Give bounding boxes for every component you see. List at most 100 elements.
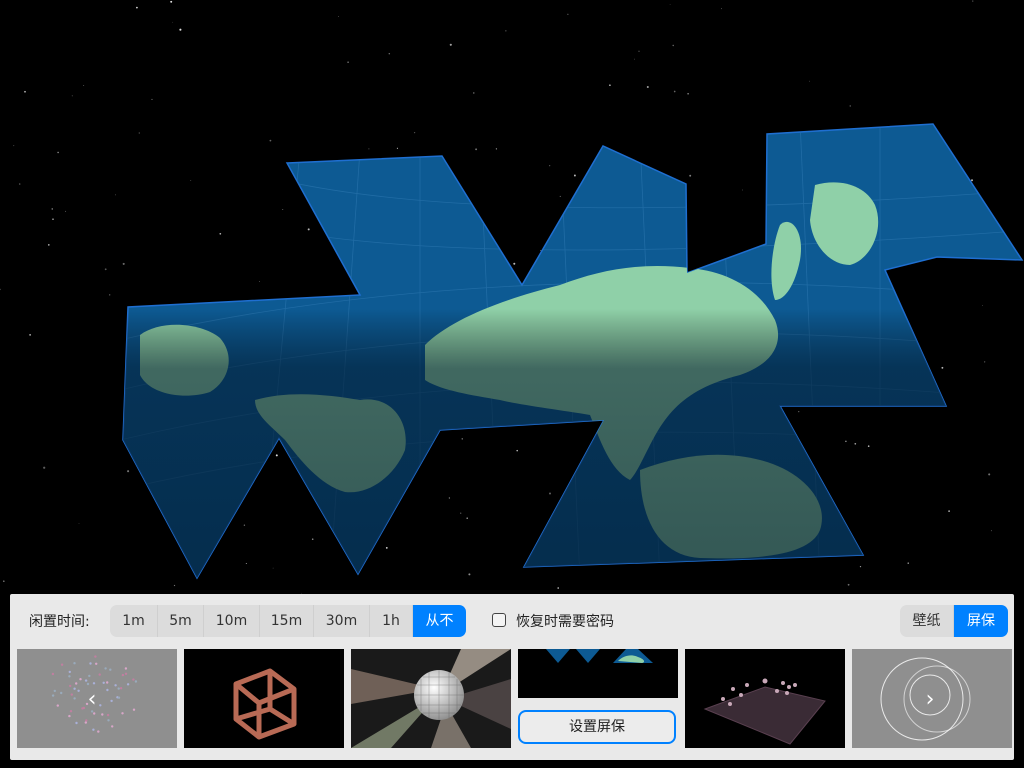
star: [516, 449, 518, 452]
star: [245, 563, 247, 564]
particle: [117, 687, 120, 690]
star: [18, 183, 21, 185]
star: [219, 232, 222, 235]
star: [867, 445, 870, 447]
star: [311, 538, 314, 540]
screensaver-thumb-wire-cube[interactable]: [184, 649, 344, 748]
star: [179, 28, 182, 31]
idle-time-label: 闲置时间:: [29, 614, 90, 630]
particle: [126, 683, 130, 686]
star: [65, 210, 67, 212]
idle-option-1h[interactable]: 1h: [370, 605, 413, 637]
star: [461, 438, 463, 440]
star: [122, 262, 125, 265]
star: [24, 90, 26, 93]
particle: [56, 704, 59, 707]
particle: [60, 663, 64, 666]
star: [970, 179, 974, 182]
star: [982, 305, 983, 306]
particle: [124, 672, 128, 675]
set-screensaver-button[interactable]: 设置屏保: [518, 710, 676, 744]
particle: [132, 678, 135, 681]
require-password-checkbox[interactable]: [492, 613, 506, 627]
world-map-icon: [546, 649, 653, 663]
idle-option-10m[interactable]: 10m: [204, 605, 260, 637]
star: [115, 194, 116, 196]
star: [988, 473, 991, 476]
star: [845, 440, 847, 443]
star: [275, 454, 278, 457]
idle-option-never[interactable]: 从不: [413, 605, 466, 637]
mode-segmented: 壁纸 屏保: [900, 605, 1008, 637]
star: [990, 530, 992, 532]
screensaver-thumb-dymaxion[interactable]: [518, 649, 678, 698]
star: [388, 52, 391, 55]
idle-option-1m[interactable]: 1m: [110, 605, 158, 637]
star: [368, 148, 370, 150]
particle: [68, 675, 71, 678]
particle: [51, 694, 55, 697]
idle-option-5m[interactable]: 5m: [158, 605, 204, 637]
star: [170, 0, 173, 3]
star: [3, 580, 5, 582]
star: [669, 4, 671, 5]
particle: [114, 684, 117, 687]
star: [47, 244, 50, 246]
screensaver-thumb-disco-ball[interactable]: [351, 649, 511, 748]
tab-wallpaper[interactable]: 壁纸: [900, 605, 954, 637]
idle-option-15m[interactable]: 15m: [260, 605, 314, 637]
particle: [124, 667, 128, 670]
star: [549, 492, 551, 495]
particle: [121, 673, 125, 677]
star: [847, 583, 850, 586]
star: [540, 250, 542, 251]
star: [721, 8, 722, 10]
particle: [51, 672, 55, 676]
chevron-right-icon[interactable]: ›: [910, 654, 950, 744]
chevron-left-icon[interactable]: ‹: [72, 654, 112, 744]
star: [689, 174, 692, 177]
screensaver-thumb-pieces[interactable]: [685, 649, 845, 748]
star: [984, 361, 986, 363]
require-password-label: 恢复时需要密码: [516, 614, 614, 630]
chess-pieces-icon: [703, 678, 826, 745]
star: [513, 262, 516, 265]
particle: [117, 696, 121, 699]
idle-option-30m[interactable]: 30m: [314, 605, 370, 637]
idle-time-segmented: 1m 5m 10m 15m 30m 1h 从不: [110, 605, 466, 637]
particle: [121, 712, 124, 715]
star: [269, 139, 272, 142]
star: [638, 50, 640, 52]
star: [0, 288, 1, 291]
star: [347, 61, 349, 64]
star: [43, 466, 46, 469]
star: [549, 165, 551, 167]
star: [972, 0, 974, 2]
star: [127, 470, 130, 473]
star: [473, 92, 475, 94]
star: [460, 512, 462, 514]
star: [29, 334, 31, 336]
star: [52, 218, 54, 220]
star: [466, 517, 468, 519]
star: [448, 497, 451, 499]
particle: [134, 680, 138, 683]
star: [634, 58, 635, 60]
tab-screensaver[interactable]: 屏保: [954, 605, 1008, 637]
star: [798, 411, 800, 413]
dymaxion-map-preview: [0, 0, 1024, 594]
star: [190, 180, 192, 181]
star: [849, 105, 851, 107]
star: [948, 510, 950, 512]
screensaver-preview: [0, 0, 1024, 594]
star: [259, 281, 260, 282]
particle: [53, 689, 56, 693]
particle: [68, 670, 71, 674]
star: [559, 195, 561, 197]
wire-cube-icon: [233, 668, 297, 740]
particle: [132, 708, 136, 711]
screen-bottom: [0, 760, 1024, 768]
star: [854, 442, 857, 445]
star: [57, 151, 59, 154]
screensaver-panel: 闲置时间: 1m 5m 10m 15m 30m 1h 从不 恢复时需要密码 壁纸…: [10, 594, 1014, 760]
